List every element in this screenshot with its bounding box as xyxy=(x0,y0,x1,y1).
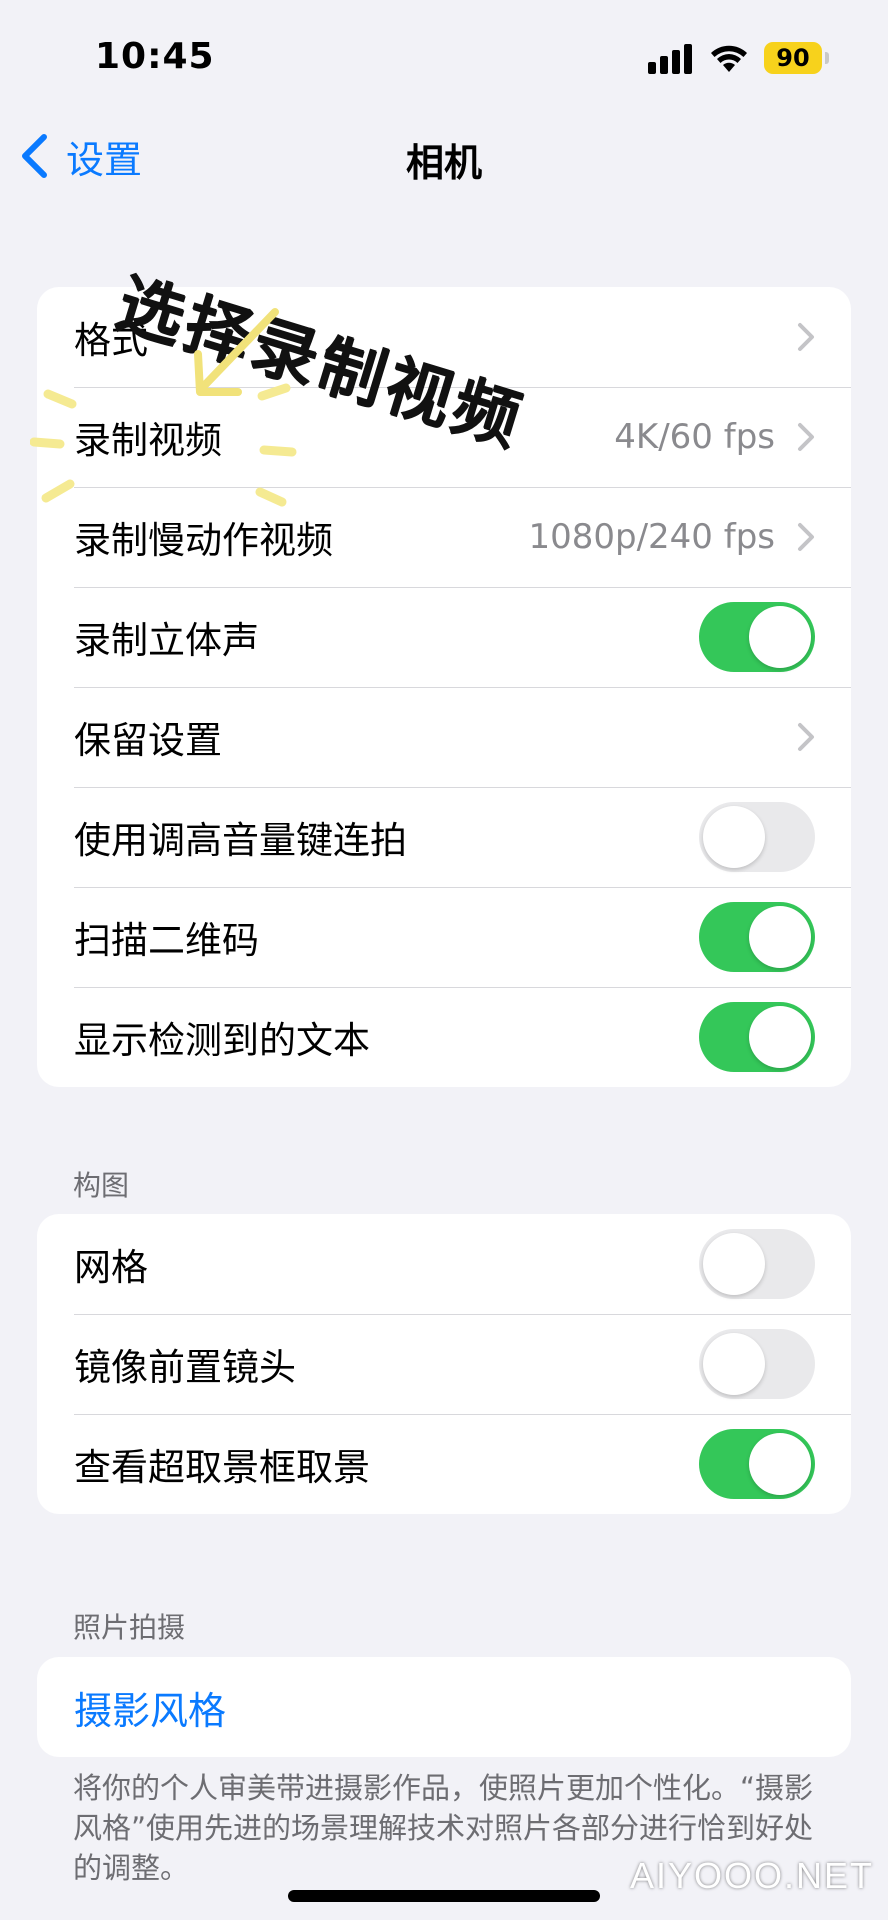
page-title: 相机 xyxy=(405,141,482,185)
view-outside-frame-toggle[interactable] xyxy=(699,1429,815,1499)
chevron-right-icon xyxy=(798,523,814,551)
row-preserve-settings[interactable]: 保留设置 xyxy=(37,687,851,787)
status-bar: 10:45 90 xyxy=(0,0,888,120)
row-value: 1080p/240 fps xyxy=(528,517,775,557)
row-label: 查看超取景框取景 xyxy=(74,1446,370,1489)
row-label: 录制慢动作视频 xyxy=(74,519,333,562)
composition-group: 网格 镜像前置镜头 查看超取景框取景 xyxy=(37,1214,851,1514)
row-mirror-front: 镜像前置镜头 xyxy=(37,1314,851,1414)
row-detected-text: 显示检测到的文本 xyxy=(37,987,851,1087)
row-label: 保留设置 xyxy=(74,719,222,762)
chevron-right-icon xyxy=(798,323,814,351)
row-label: 显示检测到的文本 xyxy=(74,1019,370,1062)
volume-burst-toggle[interactable] xyxy=(699,802,815,872)
stereo-toggle[interactable] xyxy=(699,602,815,672)
watermark: AIYOOO.NET xyxy=(630,1855,875,1896)
row-volume-burst: 使用调高音量键连拍 xyxy=(37,787,851,887)
photo-capture-group: 摄影风格 xyxy=(37,1657,851,1757)
battery-cap xyxy=(825,52,829,64)
cellular-signal-icon xyxy=(648,44,694,74)
row-grid: 网格 xyxy=(37,1214,851,1314)
scan-qr-toggle[interactable] xyxy=(699,902,815,972)
row-view-outside-frame: 查看超取景框取景 xyxy=(37,1414,851,1514)
home-indicator[interactable] xyxy=(288,1890,600,1902)
row-record-stereo: 录制立体声 xyxy=(37,587,851,687)
wifi-icon xyxy=(711,45,747,72)
grid-toggle[interactable] xyxy=(699,1229,815,1299)
status-time: 10:45 xyxy=(95,36,215,77)
row-label: 网格 xyxy=(74,1246,148,1289)
section-header-photo-capture: 照片拍摄 xyxy=(73,1611,186,1644)
detected-text-toggle[interactable] xyxy=(699,1002,815,1072)
chevron-right-icon xyxy=(798,423,814,451)
link-label: 摄影风格 xyxy=(74,1688,227,1733)
highlight-burst-icon xyxy=(30,383,297,507)
row-label: 使用调高音量键连拍 xyxy=(74,819,407,862)
row-value: 4K/60 fps xyxy=(614,417,775,457)
chevron-right-icon xyxy=(798,723,814,751)
section-header-composition: 构图 xyxy=(73,1169,130,1202)
battery-indicator: 90 xyxy=(764,42,822,74)
row-scan-qr: 扫描二维码 xyxy=(37,887,851,987)
row-label: 镜像前置镜头 xyxy=(74,1346,296,1389)
row-label: 扫描二维码 xyxy=(74,919,259,962)
row-label: 录制立体声 xyxy=(74,619,259,662)
photographic-styles-link[interactable]: 摄影风格 xyxy=(37,1657,851,1757)
mirror-front-toggle[interactable] xyxy=(699,1329,815,1399)
